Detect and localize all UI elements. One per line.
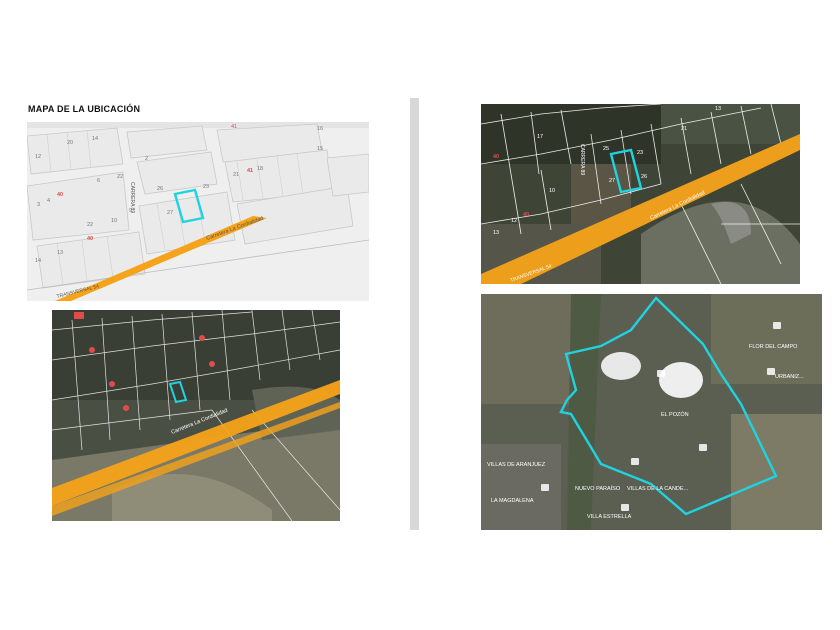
lot-number: 18 [257,166,263,172]
place-label: URBANIZ... [775,374,804,380]
poi-marker [699,444,707,451]
page-title: MAPA DE LA UBICACIÓN [28,104,141,114]
lot-number: 3 [37,202,40,208]
place-label: FLOR DEL CAMPO [749,344,798,350]
poi-number: 40 [57,192,63,198]
lot-number: 2 [145,156,148,162]
lot-number: 22 [117,174,123,180]
street-map[interactable]: Carretera La Cordialidad TRANSVERSAL 54 … [27,122,369,301]
lot-number: 12 [35,154,41,160]
lot-number: 27 [167,210,173,216]
place-label: VILLA ESTRELLA [587,514,632,520]
lot-number: 17 [537,134,543,140]
lot-number: 21 [681,126,687,132]
lot-number: 13 [57,250,63,256]
lot-number: 10 [549,188,555,194]
lot-number: 12 [511,218,517,224]
lot-number: 25 [603,146,609,152]
poi-marker [541,484,549,491]
lot-number: 26 [641,174,647,180]
lot-number: 14 [92,136,98,142]
lot-number: 15 [317,146,323,152]
place-label: LA MAGDALENA [491,498,534,504]
poi-number: 40 [87,236,93,242]
satellite-map-mid[interactable]: Carretera La Cordialidad [52,310,340,521]
lot-number: 27 [609,178,615,184]
satellite-map-close[interactable]: Carretera La Cordialidad CARRERA 89 TRAN… [481,104,800,284]
poi-marker [89,347,95,353]
panel-divider [410,98,419,530]
place-label: VILLAS DE ARANJUEZ [487,462,546,468]
place-label: NUEVO PARAÍSO [575,485,621,492]
poi-marker [767,368,775,375]
poi-number: 41 [247,168,253,174]
street-label: CARRERA 89 [579,144,585,175]
lot-number: 23 [203,184,209,190]
poi-marker [109,381,115,387]
poi-marker [773,322,781,329]
lot-number: 9 [129,208,132,214]
poi-marker [199,335,205,341]
poi-marker [657,370,665,377]
poi-marker [631,458,639,465]
lot-number: 13 [493,230,499,236]
place-label: VILLAS DE LA CANDE... [627,486,689,492]
place-label: EL POZÓN [661,411,689,418]
satellite-map-wide[interactable]: FLOR DEL CAMPO URBANIZ... EL POZÓN VILLA… [481,294,822,530]
lot-number: 14 [35,258,41,264]
lot-number: 23 [637,150,643,156]
poi-number: 41 [231,124,237,130]
lot-number: 10 [111,218,117,224]
poi-marker [621,504,629,511]
poi-number: 40 [523,212,529,218]
lot-number: 6 [97,178,100,184]
poi-marker [123,405,129,411]
lot-number: 26 [157,186,163,192]
lot-number: 22 [87,222,93,228]
lot-number: 20 [67,140,73,146]
lot-number: 13 [715,106,721,112]
poi-number: 40 [493,154,499,160]
lot-number: 21 [233,172,239,178]
hospital-icon [74,312,84,319]
poi-marker [209,361,215,367]
lot-number: 16 [317,126,323,132]
lot-number: 4 [47,198,50,204]
